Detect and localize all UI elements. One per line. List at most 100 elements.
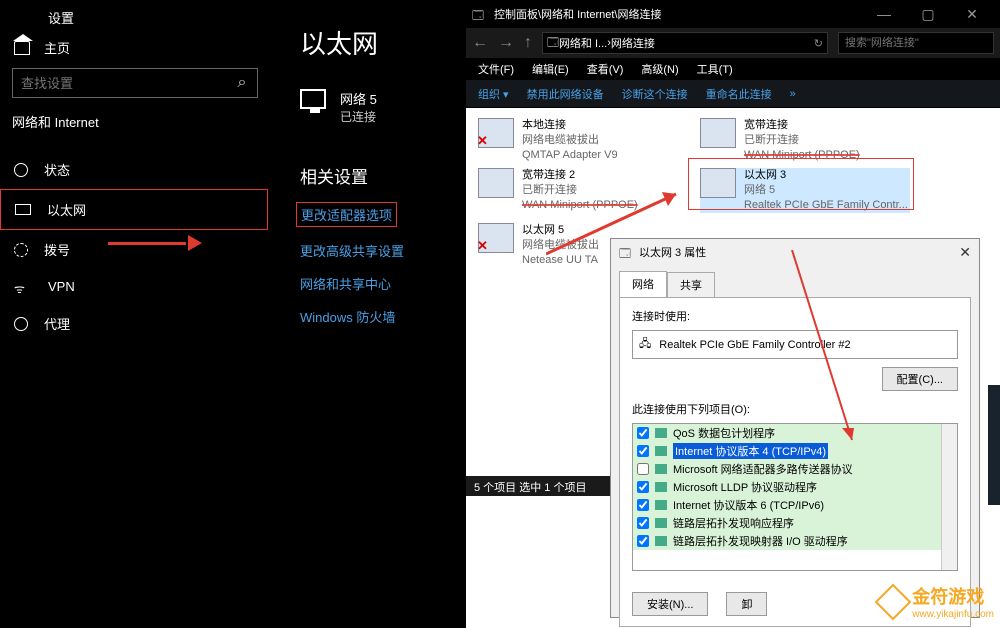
menu-edit[interactable]: 编辑(E)	[532, 61, 569, 77]
nav-proxy[interactable]: 代理	[0, 304, 268, 343]
sidebar-scrim	[988, 385, 1000, 505]
dlg-title-text: 以太网 3 属性	[639, 244, 706, 260]
minimize-button[interactable]: —	[862, 6, 906, 23]
vpn-icon: ᯤ	[14, 280, 32, 294]
watermark-name: 金符游戏	[912, 587, 984, 607]
tb-more[interactable]: »	[790, 88, 796, 100]
tab-sharing[interactable]: 共享	[667, 272, 715, 298]
menu-advanced[interactable]: 高级(N)	[641, 61, 678, 77]
watermark: 金符游戏 www.yikajinfu.com	[880, 583, 994, 620]
protocol-icon	[655, 428, 667, 438]
tb-disable[interactable]: 禁用此网络设备	[527, 86, 604, 102]
cp-titlebar[interactable]: 🗔 控制面板\网络和 Internet\网络连接 — ▢ ✕	[466, 0, 1000, 28]
breadcrumb[interactable]: 🗔 网络和 I... › 网络连接 ↻	[542, 32, 828, 54]
refresh-icon[interactable]: ↻	[814, 37, 823, 50]
tab-network[interactable]: 网络	[619, 271, 667, 297]
bc-2[interactable]: 网络连接	[611, 35, 655, 51]
link-adapter-options[interactable]: 更改适配器选项	[296, 202, 397, 227]
protocol-icon	[655, 518, 667, 528]
globe-icon	[14, 163, 28, 177]
close-button[interactable]: ✕	[950, 6, 994, 23]
device-field: 🖧 Realtek PCIe GbE Family Controller #2	[632, 330, 958, 359]
nic-icon: 🖧	[639, 335, 651, 354]
up-button[interactable]: ↑	[524, 34, 532, 52]
home-icon	[14, 41, 30, 55]
search-icon[interactable]: ⌕	[227, 74, 257, 92]
adapter-item[interactable]: 宽带连接 已断开连接 WAN Miniport (PPPOE)	[700, 118, 910, 163]
nav-vpn[interactable]: ᯤVPN	[0, 269, 268, 304]
protocol-item[interactable]: 链路层拓扑发现映射器 I/O 驱动程序	[633, 532, 957, 550]
cp-toolbar: 组织 ▾ 禁用此网络设备 诊断这个连接 重命名此连接 »	[466, 80, 1000, 108]
protocol-item[interactable]: Microsoft 网络适配器多路传送器协议	[633, 460, 957, 478]
item-checkbox[interactable]	[637, 427, 649, 439]
settings-main: 以太网 网络 5 已连接 相关设置 更改适配器选项 更改高级共享设置 网络和共享…	[300, 24, 468, 340]
items-label: 此连接使用下列项目(O):	[632, 401, 958, 417]
menu-view[interactable]: 查看(V)	[587, 61, 624, 77]
nav-ethernet[interactable]: 以太网	[0, 189, 268, 230]
menu-file[interactable]: 文件(F)	[478, 61, 514, 77]
item-checkbox[interactable]	[637, 481, 649, 493]
protocol-icon	[655, 464, 667, 474]
menu-tools[interactable]: 工具(T)	[697, 61, 733, 77]
window-controls: — ▢ ✕	[862, 6, 994, 23]
search-input[interactable]	[13, 76, 227, 91]
related-heading: 相关设置	[300, 163, 468, 188]
settings-window: 设置 主页 ⌕ 网络和 Internet 状态 以太网 拨号 ᯤVPN 代理 以…	[0, 0, 468, 628]
network-row[interactable]: 网络 5 已连接	[300, 89, 468, 125]
item-checkbox[interactable]	[637, 535, 649, 547]
dlg-icon: 🗔	[619, 245, 633, 259]
dial-icon	[14, 243, 28, 257]
items-list[interactable]: QoS 数据包计划程序 Internet 协议版本 4 (TCP/IPv4) M…	[632, 423, 958, 571]
item-checkbox[interactable]	[637, 517, 649, 529]
search-box[interactable]: ⌕	[12, 68, 258, 98]
link-firewall[interactable]: Windows 防火墙	[300, 307, 468, 326]
watermark-url: www.yikajinfu.com	[912, 609, 994, 620]
install-button[interactable]: 安装(N)...	[632, 592, 708, 616]
watermark-icon	[875, 583, 912, 620]
link-sharing[interactable]: 更改高级共享设置	[300, 241, 468, 260]
monitor-icon	[15, 204, 31, 215]
protocol-icon	[655, 536, 667, 546]
section-header: 网络和 Internet	[12, 112, 99, 131]
home-row[interactable]: 主页	[14, 38, 70, 57]
page-heading: 以太网	[300, 24, 468, 61]
protocol-icon	[655, 500, 667, 510]
item-checkbox[interactable]	[637, 499, 649, 511]
configure-button[interactable]: 配置(C)...	[882, 367, 958, 391]
annotation-arrow-1	[108, 237, 202, 249]
cp-search[interactable]	[838, 32, 994, 54]
adapter-item[interactable]: 本地连接 网络电缆被拔出 QMTAP Adapter V9	[478, 118, 688, 163]
nav-dial[interactable]: 拨号	[0, 230, 268, 269]
cp-menu: 文件(F) 编辑(E) 查看(V) 高级(N) 工具(T)	[466, 58, 1000, 80]
network-state: 已连接	[340, 108, 377, 125]
tb-diagnose[interactable]: 诊断这个连接	[622, 86, 688, 102]
protocol-item[interactable]: Internet 协议版本 6 (TCP/IPv6)	[633, 496, 957, 514]
nav-status[interactable]: 状态	[0, 150, 268, 189]
proxy-icon	[14, 317, 28, 331]
dlg-titlebar[interactable]: 🗔 以太网 3 属性 ✕	[611, 239, 979, 265]
item-checkbox[interactable]	[637, 463, 649, 475]
protocol-item[interactable]: Microsoft LLDP 协议驱动程序	[633, 478, 957, 496]
tb-rename[interactable]: 重命名此连接	[706, 86, 772, 102]
settings-title: 设置	[48, 8, 74, 27]
protocol-item[interactable]: 链路层拓扑发现响应程序	[633, 514, 957, 532]
protocol-icon	[655, 446, 667, 456]
properties-dialog: 🗔 以太网 3 属性 ✕ 网络 共享 连接时使用: 🖧 Realtek PCIe…	[610, 238, 980, 618]
item-checkbox[interactable]	[637, 445, 649, 457]
adapter-icon	[478, 223, 514, 253]
maximize-button[interactable]: ▢	[906, 6, 950, 23]
back-button[interactable]: ←	[472, 34, 488, 52]
cp-title: 控制面板\网络和 Internet\网络连接	[494, 6, 661, 22]
adapter-icon	[478, 168, 514, 198]
protocol-item[interactable]: Internet 协议版本 4 (TCP/IPv4)	[633, 442, 957, 460]
device-name: Realtek PCIe GbE Family Controller #2	[659, 339, 850, 351]
link-network-center[interactable]: 网络和共享中心	[300, 274, 468, 293]
dlg-panel: 连接时使用: 🖧 Realtek PCIe GbE Family Control…	[619, 297, 971, 627]
dlg-close-button[interactable]: ✕	[959, 244, 971, 261]
forward-button[interactable]: →	[498, 34, 514, 52]
bc-1[interactable]: 网络和 I...	[559, 35, 607, 51]
tb-organize[interactable]: 组织 ▾	[478, 86, 509, 102]
scrollbar[interactable]	[941, 424, 957, 570]
uninstall-button[interactable]: 卸	[726, 592, 767, 616]
protocol-item[interactable]: QoS 数据包计划程序	[633, 424, 957, 442]
